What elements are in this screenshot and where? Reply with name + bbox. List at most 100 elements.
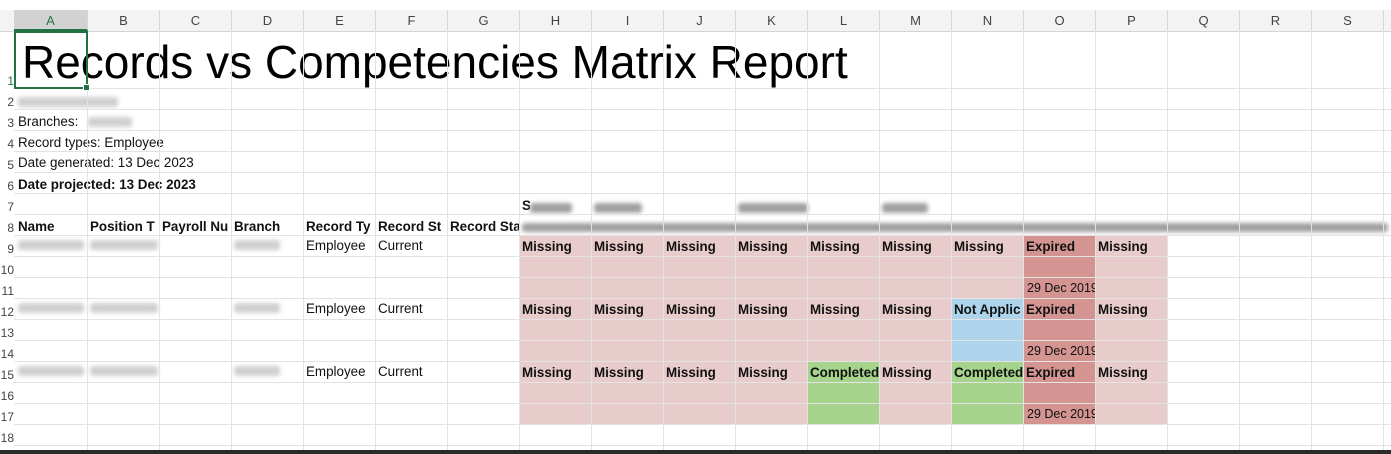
column-header-q[interactable]: Q [1168,10,1240,31]
header-name: Name [18,219,55,234]
gridline-vertical [591,31,592,450]
column-header-a[interactable]: A [14,10,88,31]
gridline-vertical [375,31,376,450]
redacted-position [90,240,158,250]
competency-status: Completed [954,365,1023,380]
column-header-j[interactable]: J [664,10,736,31]
gridline-horizontal [14,361,1391,362]
column-header-l[interactable]: L [808,10,880,31]
column-header-o[interactable]: O [1024,10,1096,31]
gridline-horizontal [14,214,1391,215]
redacted-branch [88,117,132,127]
gridline-horizontal [14,424,1391,425]
competency-status: Missing [666,302,716,317]
expiry-date: 29 Dec 2019 [1027,281,1096,295]
record-type-cell: Employee [306,364,366,379]
gridline-vertical [879,31,880,450]
column-header-i[interactable]: I [592,10,664,31]
column-header-p[interactable]: P [1096,10,1168,31]
gridline-vertical [303,31,304,450]
competency-status: Missing [810,302,860,317]
record-type-cell: Employee [306,301,366,316]
competency-status: Expired [1026,302,1076,317]
gridline-horizontal [14,130,1391,131]
gridline-vertical [735,31,736,450]
gridline-horizontal [14,151,1391,152]
competency-status: Missing [738,365,788,380]
column-header-r[interactable]: R [1240,10,1312,31]
column-header-b[interactable]: B [88,10,160,31]
record-types-text: Record types: Employee [18,135,164,150]
expiry-date: 29 Dec 2019 [1027,344,1096,358]
gridline-vertical [159,31,160,450]
competency-status: Missing [882,239,932,254]
gridline-horizontal [14,235,1391,236]
gridline-horizontal [14,382,1391,383]
column-header-bar: ABCDEFGHIJKLMNOPQRS [0,10,1391,32]
gridline-vertical [1167,31,1168,450]
spreadsheet[interactable]: ABCDEFGHIJKLMNOPQRS 1 2 3 4 5 6 7 8 9 10 11 12 13 14 1… [0,0,1391,450]
active-cell-a1[interactable] [14,31,90,91]
redacted-position [90,366,158,376]
date-generated-text: Date generated: 13 Dec 2023 [18,155,194,170]
gridline-vertical [1023,31,1024,450]
column-header-s[interactable]: S [1312,10,1384,31]
redacted-branch [234,240,280,250]
gridline-vertical [1311,31,1312,450]
gridline-horizontal [14,193,1391,194]
competency-status: Missing [594,302,644,317]
competency-status: Missing [954,239,1004,254]
competency-group-initial: S [522,198,530,213]
gridline-horizontal [14,172,1391,173]
redacted-competency-group-3 [738,203,808,213]
gridline-vertical [1095,31,1096,450]
competency-status: Missing [666,239,716,254]
gridline-vertical [951,31,952,450]
column-header-f[interactable]: F [376,10,448,31]
header-record-status: Record St [378,219,442,234]
competency-status: Missing [738,239,788,254]
record-status-cell: Current [378,238,423,253]
column-header-e[interactable]: E [304,10,376,31]
redacted-employee-name [18,240,84,250]
redacted-position [90,303,158,313]
report-title: Records vs Competencies Matrix Report [22,36,848,88]
competency-status: Missing [522,365,572,380]
competency-status: Missing [522,302,572,317]
gridline-horizontal [14,256,1391,257]
gridline-horizontal [14,340,1391,341]
gridline-horizontal [14,88,1391,89]
header-payroll: Payroll Nu [162,219,229,234]
redacted-company-name [18,97,118,107]
redacted-employee-name [18,303,84,313]
redacted-competency-headers [522,223,1388,232]
column-header-g[interactable]: G [448,10,520,31]
competency-status: Expired [1026,239,1076,254]
gridline-vertical [231,31,232,450]
redacted-competency-group-1 [530,203,572,213]
expiry-date: 29 Dec 2019 [1027,407,1096,421]
gridline-horizontal [14,109,1391,110]
record-status-cell: Current [378,364,423,379]
branches-label: Branches: [18,114,79,129]
competency-status: Missing [882,302,932,317]
header-branch: Branch [234,219,281,234]
column-header-d[interactable]: D [232,10,304,31]
column-header-k[interactable]: K [736,10,808,31]
gridline-vertical [447,31,448,450]
record-status-cell: Current [378,301,423,316]
window-bottom-edge [0,450,1391,454]
column-header-n[interactable]: N [952,10,1024,31]
gridline-vertical [807,31,808,450]
gridline-vertical [519,31,520,450]
gridline-horizontal [14,298,1391,299]
cell-grid[interactable]: Records vs Competencies Matrix Report Br… [0,31,1391,450]
column-header-h[interactable]: H [520,10,592,31]
column-header-c[interactable]: C [160,10,232,31]
gridline-vertical [1383,31,1384,450]
column-header-m[interactable]: M [880,10,952,31]
competency-status: Missing [738,302,788,317]
competency-status: Not Applic [954,302,1021,317]
gridline-vertical [87,31,88,450]
competency-status: Missing [882,365,932,380]
